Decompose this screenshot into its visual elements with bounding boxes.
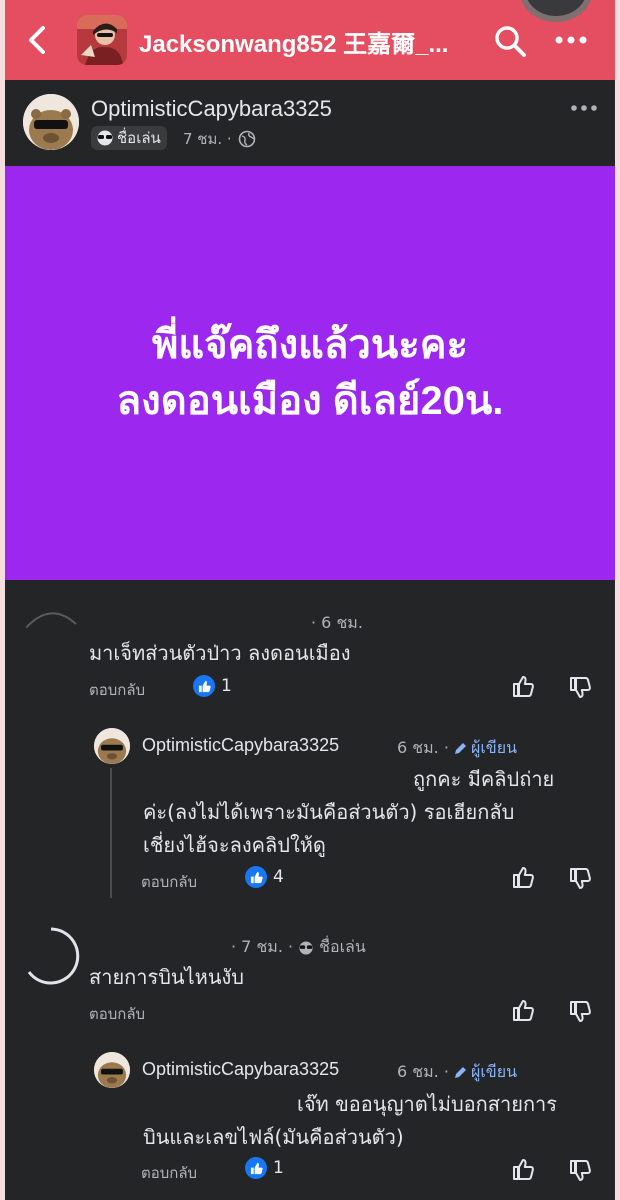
reply-1-time: 6 ชม. · (397, 738, 449, 757)
top-bar: Jacksonwang852 王嘉爾_... (5, 0, 615, 80)
like-reaction-icon (193, 675, 215, 697)
author-tag-label: ผู้เขียน (470, 1062, 518, 1081)
pencil-icon (454, 1067, 466, 1078)
reply-2-reply-button[interactable]: ตอบกลับ (141, 1161, 197, 1185)
like-reaction-icon (245, 866, 267, 888)
reply-1-author[interactable]: OptimisticCapybara3325 (142, 735, 339, 756)
corner-circle-decoration (519, 0, 593, 22)
reply-2-meta: 6 ชม. · ผู้เขียน (397, 1060, 517, 1085)
post-meta: 7 ชม. · (183, 127, 256, 151)
group-title[interactable]: Jacksonwang852 王嘉爾_... (139, 24, 459, 59)
post-text-line-1: พี่แจ๊คถึงแล้วนะคะ (152, 323, 468, 367)
comment-1-time: · 6 ชม. (311, 613, 363, 632)
comment-1-reply-button[interactable]: ตอบกลับ (89, 678, 145, 702)
back-chevron-icon[interactable] (23, 22, 53, 58)
comment-2-badge: ชื่อเล่น (319, 937, 366, 956)
reply-1-text-line-3: เชี่ยงไฮ้จะลงคลิปให้ดู (143, 833, 326, 857)
comment-1-meta: · 6 ชม. (311, 611, 363, 636)
reply-2-author[interactable]: OptimisticCapybara3325 (142, 1059, 339, 1080)
thumbs-up-icon[interactable] (511, 1156, 537, 1182)
reply-2-likes: 1 (273, 1158, 284, 1178)
post-text-line-2: ลงดอนเมือง ดีเลย์20น. (116, 379, 504, 423)
comment-2-avatar[interactable] (21, 926, 81, 986)
comment-2-time: · 7 ชม. · (231, 937, 294, 956)
author-tag: ผู้เขียน (453, 736, 517, 761)
reply-2-text-line-1: เจ๊ท ขออนุญาตไม่บอกสายการ (297, 1092, 558, 1116)
reply-1-avatar[interactable] (94, 728, 130, 764)
comment-2-meta: · 7 ชม. · ชื่อเล่น (231, 935, 366, 960)
comment-1-like-count[interactable]: 1 (193, 675, 232, 697)
post-time: 7 ชม. · (183, 130, 232, 148)
sunglasses-icon (299, 940, 313, 955)
thumbs-up-icon[interactable] (511, 864, 537, 890)
pencil-icon (454, 743, 466, 754)
reply-1-reply-button[interactable]: ตอบกลับ (141, 870, 197, 894)
comment-1-likes: 1 (221, 676, 232, 696)
reply-2-avatar[interactable] (94, 1052, 130, 1088)
post-header: OptimisticCapybara3325 ชื่อเล่น 7 ชม. · (5, 80, 615, 166)
thumbs-up-icon[interactable] (511, 997, 537, 1023)
nickname-badge[interactable]: ชื่อเล่น (91, 126, 167, 150)
comment-1-text: มาเจ็ทส่วนตัวป่าว ลงดอนเมือง (89, 641, 351, 665)
comment-2-reply-button[interactable]: ตอบกลับ (89, 1002, 145, 1026)
reply-thread-line (110, 768, 112, 898)
thumbs-down-icon[interactable] (568, 675, 594, 701)
comment-2-text: สายการบินไหนงับ (89, 965, 244, 989)
reply-2-text-line-2: บินและเลขไฟล์(มันคือส่วนตัว) (143, 1125, 404, 1149)
reply-2-time: 6 ชม. · (397, 1062, 449, 1081)
reply-2-like-count[interactable]: 1 (245, 1157, 284, 1179)
author-tag-label: ผู้เขียน (470, 738, 518, 757)
thumbs-down-icon[interactable] (568, 1158, 594, 1184)
reply-1-text-line-2: ค่ะ(ลงไม่ได้เพราะมันคือส่วนตัว) รอเฮียกล… (143, 800, 515, 824)
app-frame: Jacksonwang852 王嘉爾_... OptimisticCapybar… (5, 0, 615, 1200)
reply-1-meta: 6 ชม. · ผู้เขียน (397, 736, 517, 761)
reply-1-like-count[interactable]: 4 (245, 866, 284, 888)
nickname-badge-label: ชื่อเล่น (117, 129, 161, 147)
author-tag: ผู้เขียน (453, 1060, 517, 1085)
thumbs-down-icon[interactable] (568, 866, 594, 892)
comment-1-avatar[interactable] (21, 604, 79, 634)
sunglasses-icon (97, 130, 113, 146)
globe-icon (238, 130, 255, 148)
group-avatar[interactable] (77, 15, 127, 65)
post-content: พี่แจ๊คถึงแล้วนะคะ ลงดอนเมือง ดีเลย์20น. (5, 166, 615, 580)
like-reaction-icon (245, 1157, 267, 1179)
post-author-name[interactable]: OptimisticCapybara3325 (91, 96, 332, 122)
search-icon[interactable] (493, 24, 527, 58)
post-more-icon[interactable] (569, 100, 599, 116)
reply-1-text-line-1: ถูกคะ มีคลิปถ่าย (413, 767, 555, 791)
thumbs-up-icon[interactable] (511, 673, 537, 699)
more-icon[interactable] (551, 28, 591, 52)
thumbs-down-icon[interactable] (568, 999, 594, 1025)
author-avatar[interactable] (23, 94, 79, 150)
reply-1-likes: 4 (273, 867, 284, 887)
